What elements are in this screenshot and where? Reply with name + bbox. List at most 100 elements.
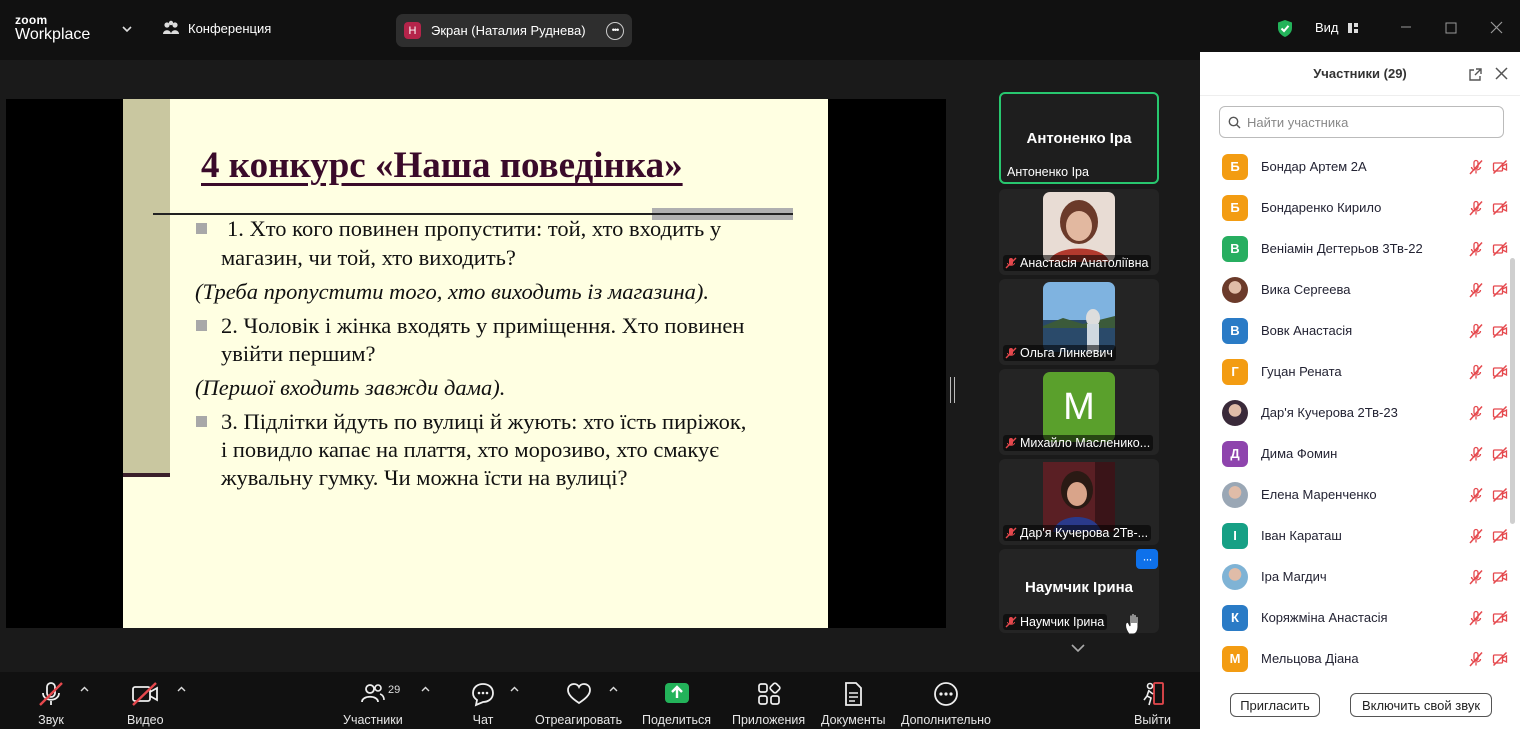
participant-row[interactable]: Іра Магдич — [1222, 556, 1508, 597]
participant-row[interactable]: Б Бондаренко Кирило — [1222, 187, 1508, 228]
video-tile-label: Антоненко Іра — [1005, 164, 1092, 180]
video-tile[interactable]: Анастасія Анатоліївна — [999, 189, 1159, 275]
muted-mic-icon — [1469, 405, 1483, 420]
participant-photo — [1043, 462, 1115, 532]
participant-row[interactable]: Дар'я Кучерова 2Тв-23 — [1222, 392, 1508, 433]
share-screen-icon — [664, 683, 689, 703]
participant-row[interactable]: Вика Сергеева — [1222, 269, 1508, 310]
video-off-icon — [1492, 241, 1508, 256]
participant-name: Коряжміна Анастасія — [1261, 610, 1388, 625]
search-box[interactable] — [1219, 106, 1504, 138]
video-off-icon — [1492, 569, 1508, 584]
chat-button[interactable]: Чат — [469, 680, 497, 727]
share-button[interactable]: Поделиться — [642, 680, 711, 727]
slide-side-band — [123, 99, 170, 476]
question-3-line-1: 3. Підлітки йдуть по вулиці й жують: хто… — [221, 409, 747, 434]
meeting-info-button[interactable]: Конференция — [162, 20, 271, 36]
zoom-window: zoom Workplace Конференция Н Экран (Ната… — [0, 0, 1520, 729]
documents-button[interactable]: Документы — [821, 680, 885, 727]
participants-icon — [360, 684, 385, 703]
encryption-shield-icon[interactable] — [1276, 19, 1294, 38]
popout-icon[interactable] — [1468, 67, 1483, 82]
document-icon — [845, 682, 863, 706]
caret-up-icon[interactable] — [80, 686, 89, 692]
meeting-label: Конференция — [188, 20, 272, 36]
more-icon — [934, 682, 958, 706]
leave-icon — [1142, 682, 1164, 706]
video-off-icon — [1492, 610, 1508, 625]
video-tile-name-large: Антоненко Іра — [1026, 130, 1132, 147]
participants-scrollbar[interactable] — [1510, 258, 1515, 524]
participant-avatar — [1222, 481, 1248, 508]
muted-mic-icon — [1469, 446, 1483, 461]
participant-avatar: Б — [1222, 194, 1248, 221]
close-panel-icon[interactable] — [1495, 67, 1508, 80]
apps-icon — [757, 682, 781, 705]
video-tile-label-text: Антоненко Іра — [1007, 165, 1089, 179]
maximize-icon[interactable] — [1445, 22, 1457, 34]
question-1-line-2: магазин, чи той, хто виходить? — [221, 245, 516, 270]
unmute-self-button[interactable]: Включить свой звук — [1350, 693, 1492, 717]
participant-row[interactable]: Г Гуцан Рената — [1222, 351, 1508, 392]
apps-button[interactable]: Приложения — [732, 680, 805, 727]
video-off-icon — [1492, 200, 1508, 215]
resize-handle[interactable] — [950, 377, 955, 403]
participant-row[interactable]: М Мельцова Діана — [1222, 638, 1508, 679]
muted-mic-icon — [1469, 569, 1483, 584]
caret-up-icon[interactable] — [609, 686, 618, 692]
participant-name: Бондаренко Кирило — [1261, 200, 1382, 215]
scroll-down-chevron-icon[interactable] — [1070, 643, 1086, 653]
video-tile-label: Ольга Линкевич — [1003, 345, 1116, 361]
caret-up-icon[interactable] — [421, 686, 430, 692]
video-label: Видео — [127, 713, 164, 727]
video-button[interactable]: Видео — [127, 680, 164, 727]
participant-row[interactable]: Д Дима Фомин — [1222, 433, 1508, 474]
leave-button[interactable]: Выйти — [1134, 680, 1171, 727]
leave-label: Выйти — [1134, 713, 1172, 727]
participant-avatar: І — [1222, 522, 1248, 549]
close-window-icon[interactable] — [1490, 21, 1503, 34]
video-tile-label-text: Наумчик Ірина — [1020, 615, 1105, 629]
muted-mic-icon — [1469, 487, 1483, 502]
more-label: Дополнительно — [901, 713, 991, 727]
answer-1: (Треба пропустити того, хто виходить із … — [195, 279, 710, 304]
caret-up-icon[interactable] — [177, 686, 186, 692]
bullet — [196, 320, 207, 331]
participant-row[interactable]: В Веніамін Дегтерьов 3Тв-22 — [1222, 228, 1508, 269]
video-tile[interactable]: Ольга Линкевич — [999, 279, 1159, 365]
participant-row[interactable]: І Іван Караташ — [1222, 515, 1508, 556]
chevron-down-icon[interactable] — [122, 24, 132, 34]
view-button[interactable]: Вид — [1315, 20, 1359, 35]
video-off-icon — [1492, 323, 1508, 338]
participant-name: Дар'я Кучерова 2Тв-23 — [1261, 405, 1398, 420]
chat-label: Чат — [472, 713, 494, 727]
invite-button[interactable]: Пригласить — [1230, 693, 1320, 717]
heart-icon — [566, 683, 591, 705]
participant-row[interactable]: Елена Маренченко — [1222, 474, 1508, 515]
participant-name: Елена Маренченко — [1261, 487, 1377, 502]
tile-more-options-button[interactable]: ··· — [1136, 549, 1158, 569]
slide-band-underline — [123, 473, 170, 477]
caret-up-icon[interactable] — [510, 686, 519, 692]
share-pill-label: Экран (Наталия Руднева) — [431, 23, 586, 38]
share-screen-pill[interactable]: Н Экран (Наталия Руднева) ••• — [396, 14, 632, 47]
participant-row[interactable]: Б Бондар Артем 2А — [1222, 146, 1508, 187]
participant-row[interactable]: В Вовк Анастасія — [1222, 310, 1508, 351]
muted-mic-icon — [1469, 651, 1483, 666]
muted-mic-icon — [1469, 323, 1483, 338]
question-1-line-1: 1. Хто кого повинен пропустити: той, хто… — [227, 216, 722, 241]
video-tile[interactable]: Дар'я Кучерова 2Тв-... — [999, 459, 1159, 545]
search-input[interactable] — [1247, 114, 1487, 130]
minimize-icon[interactable] — [1400, 22, 1412, 32]
participant-name: Гуцан Рената — [1261, 364, 1342, 379]
muted-mic-icon — [1469, 200, 1483, 215]
video-tile[interactable]: M Михайло Масленико... — [999, 369, 1159, 455]
video-tile-active-speaker[interactable]: Антоненко Іра Антоненко Іра — [999, 92, 1159, 184]
more-options-icon[interactable]: ••• — [606, 21, 624, 40]
video-tile-label: Михайло Масленико... — [1003, 435, 1154, 451]
muted-mic-icon — [1469, 159, 1483, 174]
people-group-icon — [163, 20, 179, 34]
audio-button[interactable]: Звук — [37, 680, 65, 727]
participant-row[interactable]: К Коряжміна Анастасія — [1222, 597, 1508, 638]
more-button[interactable]: Дополнительно — [901, 680, 991, 727]
